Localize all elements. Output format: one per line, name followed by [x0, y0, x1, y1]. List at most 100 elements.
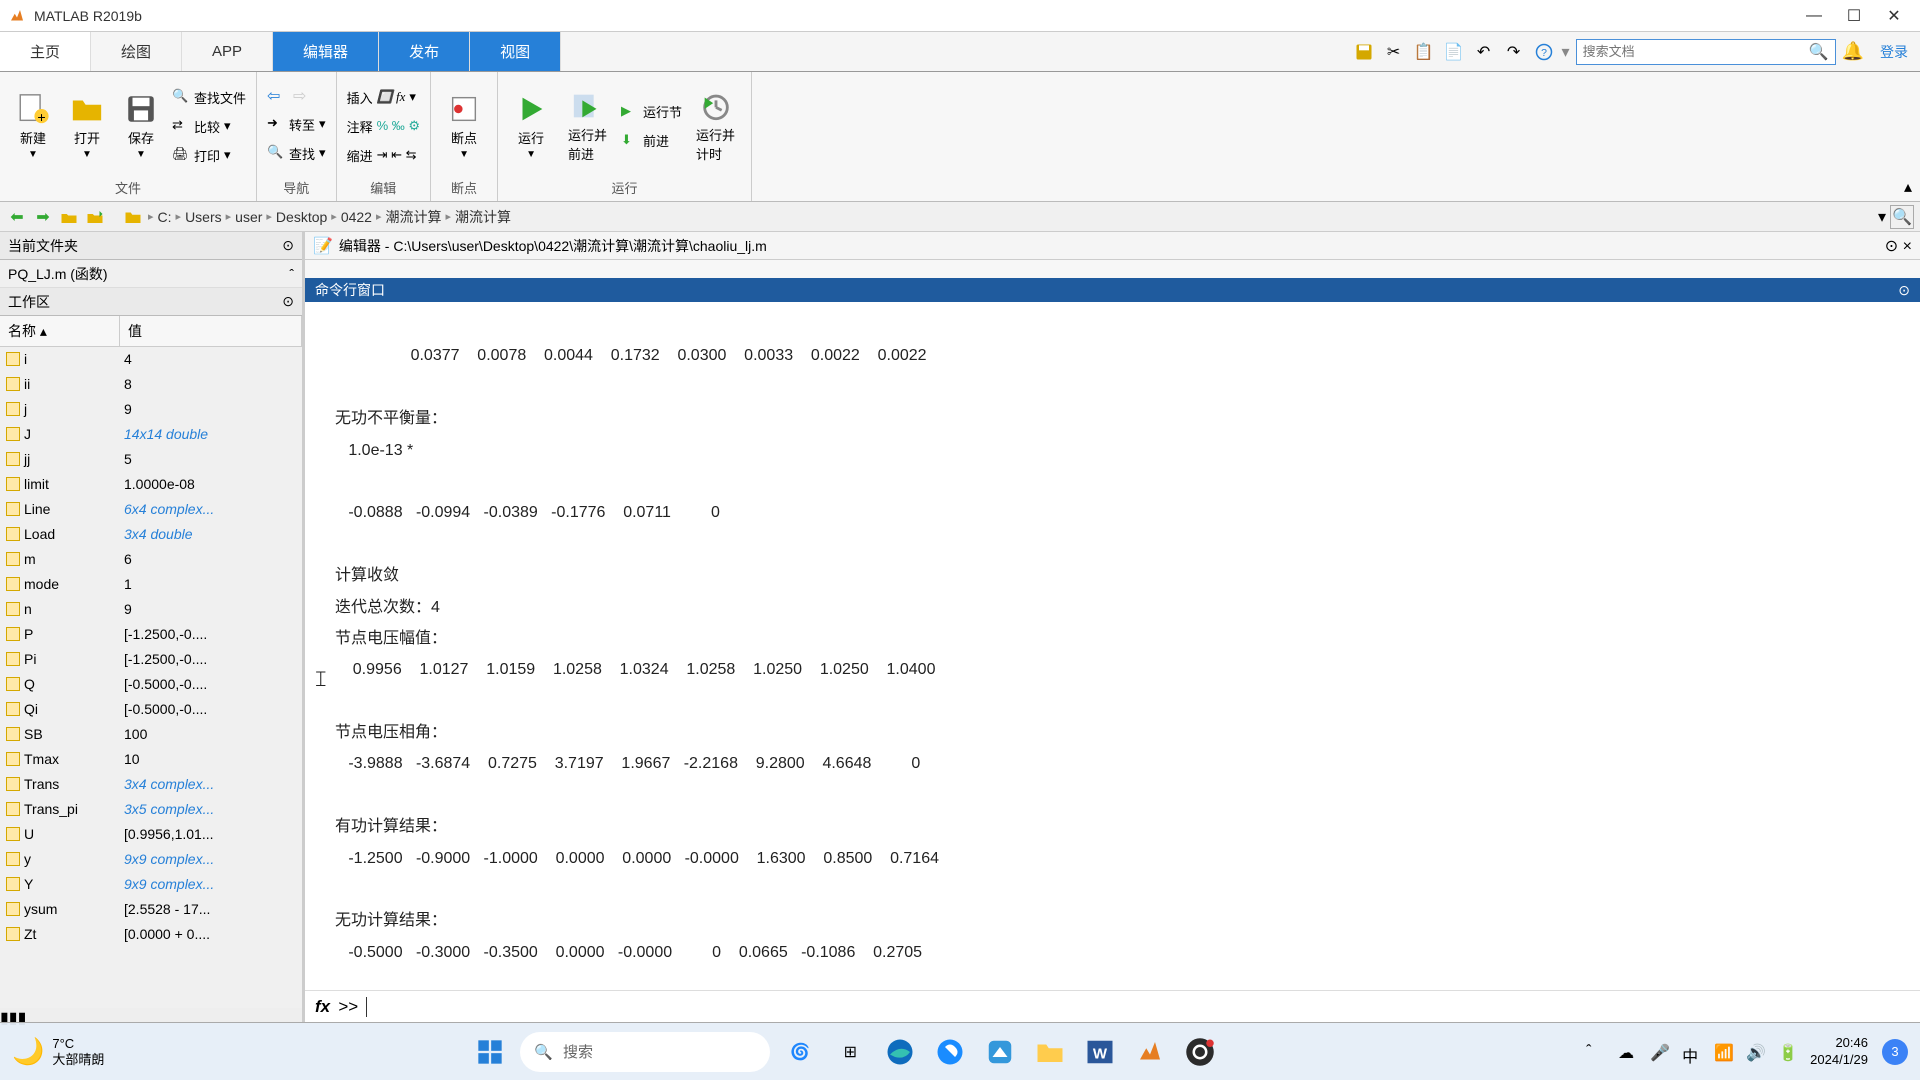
- workspace-row[interactable]: U[0.9956,1.01...: [0, 822, 302, 847]
- tray-wifi-icon[interactable]: 📶: [1714, 1043, 1732, 1061]
- cut-icon[interactable]: ✂: [1382, 40, 1406, 64]
- editor-file-tabs[interactable]: [305, 260, 1920, 278]
- matlab-taskbar-icon[interactable]: [1130, 1032, 1170, 1072]
- tray-onedrive-icon[interactable]: ☁: [1618, 1043, 1636, 1061]
- breadcrumb-desktop[interactable]: Desktop: [276, 209, 327, 225]
- workspace-row[interactable]: Zt[0.0000 + 0....: [0, 922, 302, 947]
- back-icon[interactable]: ⇦: [267, 86, 289, 108]
- word-icon[interactable]: W: [1080, 1032, 1120, 1072]
- workspace-row[interactable]: Load3x4 double: [0, 522, 302, 547]
- run-button[interactable]: 运行▼: [508, 90, 554, 162]
- file-expand-icon[interactable]: ˆ: [289, 266, 294, 282]
- redo-icon[interactable]: ↷: [1502, 40, 1526, 64]
- workspace-row[interactable]: Trans3x4 complex...: [0, 772, 302, 797]
- cmdwin-menu-icon[interactable]: ⊙: [1898, 282, 1910, 299]
- paste-icon[interactable]: 📄: [1442, 40, 1466, 64]
- workspace-row[interactable]: ii8: [0, 372, 302, 397]
- advance-button[interactable]: ⬇前进: [621, 128, 682, 154]
- tab-apps[interactable]: APP: [182, 32, 273, 71]
- workspace-row[interactable]: Pi[-1.2500,-0....: [0, 647, 302, 672]
- workspace-row[interactable]: i4: [0, 347, 302, 372]
- workspace-row[interactable]: J14x14 double: [0, 422, 302, 447]
- explorer-icon[interactable]: [1030, 1032, 1070, 1072]
- indent-button[interactable]: 缩进 ⇥ ⇤ ⇆: [347, 142, 420, 168]
- breadcrumb-c[interactable]: C:: [158, 209, 172, 225]
- path-search-icon[interactable]: 🔍: [1890, 205, 1914, 229]
- run-time-button[interactable]: 运行并 计时: [690, 87, 741, 165]
- ribbon-collapse-icon[interactable]: ▴: [1904, 177, 1912, 197]
- help-icon[interactable]: ?: [1532, 40, 1556, 64]
- command-window-output[interactable]: 0.0377 0.0078 0.0044 0.1732 0.0300 0.003…: [305, 302, 1920, 990]
- workspace-row[interactable]: SB100: [0, 722, 302, 747]
- obs-icon[interactable]: [1180, 1032, 1220, 1072]
- file-list-item[interactable]: PQ_LJ.m (函数) ˆ: [0, 260, 302, 288]
- copy-icon[interactable]: 📋: [1412, 40, 1436, 64]
- compare-button[interactable]: ⇄比较 ▾: [172, 113, 246, 139]
- edge-icon[interactable]: [880, 1032, 920, 1072]
- save-quick-icon[interactable]: [1352, 40, 1376, 64]
- editor-menu-icon[interactable]: ⊙ ×: [1885, 236, 1912, 256]
- breadcrumb-folder1[interactable]: 潮流计算: [386, 207, 442, 227]
- workspace-row[interactable]: Y9x9 complex...: [0, 872, 302, 897]
- weather-widget[interactable]: 🌙 7°C 大部晴朗: [12, 1036, 104, 1067]
- tray-chevron-icon[interactable]: ˆ: [1586, 1043, 1604, 1061]
- folder-panel-menu-icon[interactable]: ⊙: [282, 237, 294, 254]
- bell-icon[interactable]: 🔔: [1842, 41, 1864, 62]
- workspace-row[interactable]: Qi[-0.5000,-0....: [0, 697, 302, 722]
- breadcrumb-folder2[interactable]: 潮流计算: [455, 207, 511, 227]
- tab-home[interactable]: 主页: [0, 32, 91, 71]
- workspace-row[interactable]: Line6x4 complex...: [0, 497, 302, 522]
- run-advance-button[interactable]: 运行并 前进: [562, 87, 613, 165]
- minimize-button[interactable]: —: [1804, 6, 1824, 26]
- workspace-row[interactable]: m6: [0, 547, 302, 572]
- tray-battery-icon[interactable]: 🔋: [1778, 1043, 1796, 1061]
- workspace-row[interactable]: n9: [0, 597, 302, 622]
- app2-icon[interactable]: [980, 1032, 1020, 1072]
- nav-fwd-icon[interactable]: ➡: [32, 206, 54, 228]
- nav-back-icon[interactable]: ⬅: [6, 206, 28, 228]
- path-dropdown-icon[interactable]: ▾: [1878, 207, 1886, 227]
- app1-icon[interactable]: [930, 1032, 970, 1072]
- tray-mic-icon[interactable]: 🎤: [1650, 1043, 1668, 1061]
- undo-icon[interactable]: ↶: [1472, 40, 1496, 64]
- tab-editor[interactable]: 编辑器: [273, 32, 379, 71]
- workspace-row[interactable]: P[-1.2500,-0....: [0, 622, 302, 647]
- open-button[interactable]: 打开▼: [64, 90, 110, 162]
- workspace-row[interactable]: Q[-0.5000,-0....: [0, 672, 302, 697]
- maximize-button[interactable]: ☐: [1844, 6, 1864, 26]
- folder-icon[interactable]: [122, 206, 144, 228]
- tab-view[interactable]: 视图: [470, 32, 561, 71]
- run-section-button[interactable]: ▶运行节: [621, 99, 682, 125]
- breadcrumb-user[interactable]: user: [235, 209, 262, 225]
- close-button[interactable]: ✕: [1884, 6, 1904, 26]
- command-prompt[interactable]: fx >>: [305, 990, 1920, 1022]
- tray-volume-icon[interactable]: 🔊: [1746, 1043, 1764, 1061]
- workspace-row[interactable]: Trans_pi3x5 complex...: [0, 797, 302, 822]
- breadcrumb-users[interactable]: Users: [185, 209, 222, 225]
- workspace-row[interactable]: Tmax10: [0, 747, 302, 772]
- workspace-row[interactable]: mode1: [0, 572, 302, 597]
- doc-search-input[interactable]: 🔍: [1576, 39, 1836, 65]
- breadcrumb-0422[interactable]: 0422: [341, 209, 372, 225]
- workspace-row[interactable]: y9x9 complex...: [0, 847, 302, 872]
- doc-search-field[interactable]: [1583, 44, 1809, 59]
- goto-button[interactable]: ➜转至 ▾: [267, 111, 326, 137]
- login-link[interactable]: 登录: [1880, 42, 1908, 62]
- tray-ime-icon[interactable]: 中: [1682, 1043, 1700, 1061]
- tab-publish[interactable]: 发布: [379, 32, 470, 71]
- nav-up-icon[interactable]: [58, 206, 80, 228]
- search-icon[interactable]: 🔍: [1809, 42, 1829, 62]
- notification-badge[interactable]: 3: [1882, 1039, 1908, 1065]
- print-button[interactable]: 🖨打印 ▾: [172, 142, 246, 168]
- workspace-row[interactable]: j9: [0, 397, 302, 422]
- taskbar-clock[interactable]: 20:46 2024/1/29: [1810, 1035, 1868, 1069]
- new-button[interactable]: +新建▼: [10, 90, 56, 162]
- workspace-row[interactable]: limit1.0000e-08: [0, 472, 302, 497]
- save-button[interactable]: 保存▼: [118, 90, 164, 162]
- ws-col-value[interactable]: 值: [120, 316, 302, 346]
- findfiles-button[interactable]: 🔍查找文件: [172, 84, 246, 110]
- nav-history-icon[interactable]: [84, 206, 106, 228]
- comment-button[interactable]: 注释 % ‰ ⚙: [347, 113, 420, 139]
- workspace-panel-menu-icon[interactable]: ⊙: [282, 293, 294, 310]
- taskbar-search[interactable]: 🔍搜索: [520, 1032, 770, 1072]
